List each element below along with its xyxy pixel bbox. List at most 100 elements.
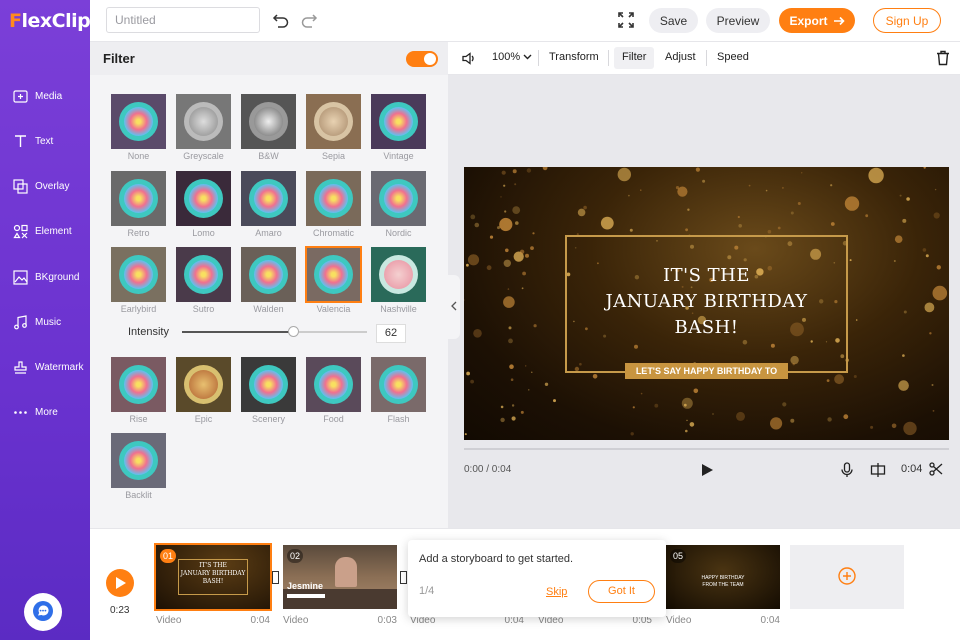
sidebar-item-overlay[interactable]: Overlay xyxy=(0,166,90,206)
filter-thumb[interactable]: Retro xyxy=(110,171,167,238)
onboarding-tooltip: Add a storyboard to get started. 1/4 Ski… xyxy=(408,540,666,617)
filter-thumb[interactable]: Nordic xyxy=(370,171,427,238)
flexclip-logo[interactable]: FlexClip xyxy=(9,10,91,32)
filter-thumb[interactable]: Greyscale xyxy=(175,94,232,161)
bokeh-spark xyxy=(501,170,506,175)
bokeh-spark xyxy=(497,226,500,230)
filter-preview-image xyxy=(111,94,166,149)
chat-button[interactable] xyxy=(24,593,62,631)
bokeh-spark xyxy=(520,410,524,414)
plus-icon xyxy=(838,566,856,588)
bokeh-spark xyxy=(505,248,509,253)
filter-thumb[interactable]: Walden xyxy=(240,247,297,314)
filter-thumb[interactable]: Scenery xyxy=(240,357,297,424)
media-add-icon xyxy=(12,88,28,104)
split-icon[interactable] xyxy=(870,462,886,478)
sidebar-item-more[interactable]: More xyxy=(0,392,90,432)
skip-link[interactable]: Skip xyxy=(546,586,567,598)
clip-title: IT'S THE JANUARY BIRTHDAY BASH! xyxy=(180,562,246,585)
scissors-icon[interactable] xyxy=(929,462,943,476)
bokeh-spark xyxy=(500,417,505,423)
filter-thumb[interactable]: Amaro xyxy=(240,171,297,238)
editor-area: 100% Transform Filter Adjust Speed IT'S … xyxy=(448,42,960,528)
microphone-icon[interactable] xyxy=(840,462,854,478)
filter-thumb[interactable]: Food xyxy=(305,357,362,424)
timeline-clip-05[interactable]: HAPPY BIRTHDAY FROM THE TEAM 05 xyxy=(666,545,780,609)
filter-thumb[interactable]: Sutro xyxy=(175,247,232,314)
sidebar-item-music[interactable]: Music xyxy=(0,302,90,342)
filter-thumb[interactable]: Lomo xyxy=(175,171,232,238)
watermark-icon xyxy=(12,359,28,375)
filter-thumb[interactable]: Nashville xyxy=(370,247,427,314)
bokeh-spark xyxy=(748,184,751,187)
bokeh-spark xyxy=(830,222,835,226)
filter-thumb[interactable]: Epic xyxy=(175,357,232,424)
sign-up-button[interactable]: Sign Up xyxy=(873,8,941,33)
filter-label: Sutro xyxy=(192,304,215,314)
zoom-select[interactable]: 100% xyxy=(492,51,532,63)
bokeh-spark xyxy=(903,421,917,436)
project-title-input[interactable] xyxy=(106,7,260,33)
filter-label: B&W xyxy=(258,151,279,161)
sidebar-item-media[interactable]: Media xyxy=(0,76,90,116)
filter-thumb[interactable]: Backlit xyxy=(110,433,167,500)
collapse-panel-button[interactable] xyxy=(448,275,460,339)
trash-icon[interactable] xyxy=(936,50,950,66)
headline-text[interactable]: IT'S THE JANUARY BIRTHDAY BASH! xyxy=(574,263,839,341)
bokeh-spark xyxy=(500,196,502,198)
intensity-slider-track[interactable] xyxy=(182,331,294,333)
got-it-button[interactable]: Got It xyxy=(588,580,655,603)
tab-filter[interactable]: Filter xyxy=(622,51,646,63)
intensity-value[interactable]: 62 xyxy=(376,324,406,343)
fullscreen-icon[interactable] xyxy=(618,12,634,28)
timeline-clip-01[interactable]: IT'S THE JANUARY BIRTHDAY BASH! 01 xyxy=(154,543,272,611)
playback-progress[interactable] xyxy=(464,448,949,450)
speaker-icon[interactable] xyxy=(462,52,476,68)
filter-toggle[interactable] xyxy=(406,51,438,67)
transition-handle[interactable] xyxy=(272,571,279,584)
filter-label: Greyscale xyxy=(183,151,224,161)
sidebar-item-bkground[interactable]: BKground xyxy=(0,257,90,297)
filter-thumb[interactable]: Vintage xyxy=(370,94,427,161)
timeline-play-button[interactable] xyxy=(106,569,134,597)
export-button[interactable]: Export xyxy=(779,8,855,33)
video-canvas[interactable]: IT'S THE JANUARY BIRTHDAY BASH! LET'S SA… xyxy=(464,167,949,440)
tab-transform[interactable]: Transform xyxy=(549,51,599,63)
bokeh-spark xyxy=(508,338,513,344)
bokeh-spark xyxy=(515,221,519,225)
sidebar-item-watermark[interactable]: Watermark xyxy=(0,347,90,387)
clip-caption: Video 0:04 xyxy=(156,615,270,626)
tab-adjust[interactable]: Adjust xyxy=(665,51,696,63)
tab-speed[interactable]: Speed xyxy=(717,51,749,63)
preview-button[interactable]: Preview xyxy=(706,8,770,33)
filter-thumb[interactable]: Earlybird xyxy=(110,247,167,314)
candy-bowl-image xyxy=(379,365,418,404)
filter-preview-image xyxy=(306,171,361,226)
timeline-clip-02[interactable]: Jesmine 02 xyxy=(283,545,397,609)
intensity-slider-rest[interactable] xyxy=(299,331,367,333)
play-icon[interactable] xyxy=(700,463,714,477)
save-button[interactable]: Save xyxy=(649,8,698,33)
filter-thumb[interactable]: None xyxy=(110,94,167,161)
redo-icon[interactable] xyxy=(300,11,318,29)
sidebar-item-element[interactable]: Element xyxy=(0,211,90,251)
filter-thumb[interactable]: B&W xyxy=(240,94,297,161)
filter-thumb[interactable]: Sepia xyxy=(305,94,362,161)
filter-thumb[interactable]: Chromatic xyxy=(305,171,362,238)
candy-bowl-image xyxy=(249,365,288,404)
filter-thumb[interactable]: Valencia xyxy=(305,246,362,314)
subtitle-banner[interactable]: LET'S SAY HAPPY BIRTHDAY TO xyxy=(625,363,788,379)
bokeh-spark xyxy=(510,378,514,381)
play-icon xyxy=(116,577,126,589)
bokeh-spark xyxy=(544,382,549,386)
candy-bowl-image xyxy=(314,255,353,294)
intensity-slider-handle[interactable] xyxy=(288,326,299,337)
transition-handle[interactable] xyxy=(400,571,407,584)
add-clip-button[interactable] xyxy=(790,545,904,609)
candy-bowl-image xyxy=(119,365,158,404)
sidebar-item-text[interactable]: Text xyxy=(0,121,90,161)
undo-icon[interactable] xyxy=(272,11,290,29)
bokeh-spark xyxy=(894,235,903,243)
filter-thumb[interactable]: Flash xyxy=(370,357,427,424)
filter-thumb[interactable]: Rise xyxy=(110,357,167,424)
